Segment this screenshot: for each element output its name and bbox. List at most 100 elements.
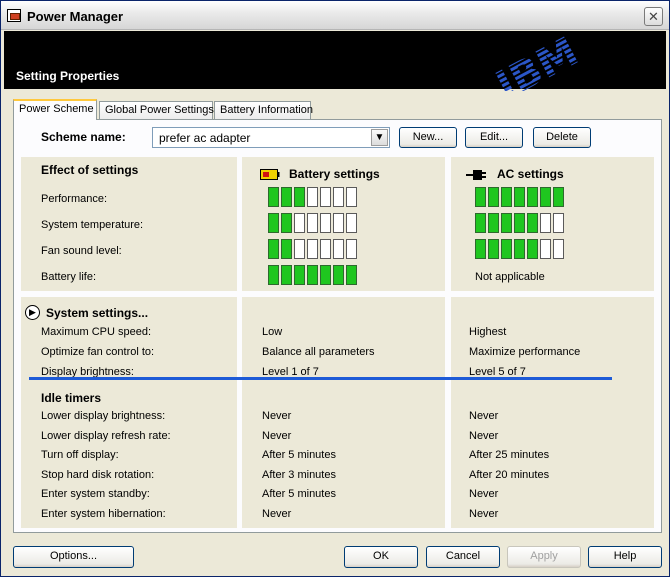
battery-performance-meter bbox=[268, 187, 357, 207]
chevron-down-icon[interactable]: ▼ bbox=[371, 129, 388, 146]
battery-level-segment bbox=[307, 265, 318, 285]
battery-level-segment bbox=[268, 265, 279, 285]
ac-level-segment bbox=[488, 239, 499, 259]
ac-level-segment bbox=[514, 187, 525, 207]
ok-button[interactable]: OK bbox=[344, 546, 418, 568]
ac-battery-life-text: Not applicable bbox=[475, 271, 545, 283]
battery-standby: After 5 minutes bbox=[262, 488, 336, 500]
ibm-logo-icon: IBM bbox=[482, 33, 602, 91]
ac-turn-off-display: After 25 minutes bbox=[469, 449, 550, 461]
battery-system-box: Low Balance all parameters Level 1 of 7 … bbox=[242, 297, 445, 528]
battery-level-segment bbox=[281, 239, 292, 259]
battery-level-segment bbox=[294, 187, 305, 207]
tab-power-scheme[interactable]: Power Scheme bbox=[13, 99, 97, 120]
ac-standby: Never bbox=[469, 488, 499, 500]
ac-level-segment bbox=[553, 213, 564, 233]
battery-level-segment bbox=[294, 239, 305, 259]
edit-scheme-button[interactable]: Edit... bbox=[465, 127, 523, 148]
idle-label-turn-off-display: Turn off display: bbox=[41, 449, 119, 461]
ac-level-segment bbox=[488, 187, 499, 207]
battery-settings-header: Battery settings bbox=[289, 167, 380, 181]
battery-level-segment bbox=[294, 265, 305, 285]
battery-temperature-meter bbox=[268, 213, 357, 233]
tab-global-power-settings[interactable]: Global Power Settings bbox=[99, 101, 214, 119]
highlight-underline bbox=[29, 377, 612, 380]
ac-level-segment bbox=[553, 239, 564, 259]
window-title: Power Manager bbox=[27, 9, 124, 24]
ac-level-segment bbox=[527, 187, 538, 207]
help-button[interactable]: Help bbox=[588, 546, 662, 568]
ac-level-segment bbox=[540, 187, 551, 207]
battery-level-segment bbox=[281, 265, 292, 285]
power-manager-window: Power Manager ✕ Setting Properties IBM P… bbox=[0, 0, 670, 577]
ac-level-segment bbox=[475, 239, 486, 259]
ac-level-segment bbox=[540, 213, 551, 233]
cancel-button[interactable]: Cancel bbox=[426, 546, 500, 568]
ac-level-segment bbox=[475, 213, 486, 233]
ac-fan-sound-meter bbox=[475, 239, 564, 259]
header-banner: Setting Properties IBM bbox=[4, 31, 666, 91]
battery-level-segment bbox=[307, 239, 318, 259]
battery-level-segment bbox=[346, 187, 357, 207]
idle-label-hard-disk: Stop hard disk rotation: bbox=[41, 469, 155, 481]
ac-level-segment bbox=[501, 187, 512, 207]
effect-label-temperature: System temperature: bbox=[41, 219, 144, 231]
scheme-name-select[interactable]: prefer ac adapter ▼ bbox=[152, 127, 390, 148]
battery-level-segment bbox=[268, 187, 279, 207]
banner-title: Setting Properties bbox=[16, 69, 120, 83]
battery-level-segment bbox=[320, 213, 331, 233]
ac-level-segment bbox=[514, 239, 525, 259]
idle-label-standby: Enter system standby: bbox=[41, 488, 150, 500]
ac-system-box: Highest Maximize performance Level 5 of … bbox=[451, 297, 654, 528]
battery-fan-control: Balance all parameters bbox=[262, 346, 375, 358]
title-bar[interactable]: Power Manager ✕ bbox=[1, 1, 669, 30]
ac-level-segment bbox=[475, 187, 486, 207]
power-manager-app-icon bbox=[7, 9, 21, 22]
system-label-fan-control: Optimize fan control to: bbox=[41, 346, 155, 358]
idle-label-hibernation: Enter system hibernation: bbox=[41, 508, 166, 520]
battery-level-segment bbox=[346, 213, 357, 233]
options-button[interactable]: Options... bbox=[13, 546, 134, 568]
ac-cpu-speed: Highest bbox=[469, 326, 507, 338]
ac-level-segment bbox=[514, 213, 525, 233]
system-settings-header[interactable]: System settings... bbox=[46, 306, 148, 320]
effect-label-performance: Performance: bbox=[41, 193, 108, 205]
battery-level-segment bbox=[268, 213, 279, 233]
ac-level-segment bbox=[501, 213, 512, 233]
system-label-cpu-speed: Maximum CPU speed: bbox=[41, 326, 152, 338]
delete-scheme-button[interactable]: Delete bbox=[533, 127, 591, 148]
battery-turn-off-display: After 5 minutes bbox=[262, 449, 336, 461]
ac-plug-icon bbox=[466, 170, 486, 180]
system-label-box: ▶ System settings... Maximum CPU speed: … bbox=[21, 297, 237, 528]
battery-level-segment bbox=[320, 265, 331, 285]
expand-icon[interactable]: ▶ bbox=[25, 305, 40, 320]
battery-level-segment bbox=[333, 213, 344, 233]
tab-battery-information[interactable]: Battery Information bbox=[214, 101, 313, 119]
battery-level-segment bbox=[294, 213, 305, 233]
battery-icon bbox=[260, 169, 280, 180]
idle-label-lower-brightness: Lower display brightness: bbox=[41, 410, 166, 422]
ac-performance-meter bbox=[475, 187, 564, 207]
apply-button[interactable]: Apply bbox=[507, 546, 581, 568]
effects-header: Effect of settings bbox=[41, 163, 139, 177]
ac-lower-brightness: Never bbox=[469, 410, 499, 422]
battery-level-segment bbox=[320, 187, 331, 207]
svg-text:IBM: IBM bbox=[489, 33, 586, 91]
battery-level-segment bbox=[333, 265, 344, 285]
battery-cpu-speed: Low bbox=[262, 326, 283, 338]
battery-lower-brightness: Never bbox=[262, 410, 292, 422]
ac-level-segment bbox=[527, 239, 538, 259]
ac-level-segment bbox=[553, 187, 564, 207]
battery-level-segment bbox=[346, 239, 357, 259]
ac-settings-header: AC settings bbox=[497, 167, 564, 181]
battery-hibernation: Never bbox=[262, 508, 292, 520]
battery-level-segment bbox=[268, 239, 279, 259]
power-scheme-panel: Scheme name: prefer ac adapter ▼ New... … bbox=[13, 119, 662, 533]
effect-label-battery-life: Battery life: bbox=[41, 271, 97, 283]
ac-level-segment bbox=[488, 213, 499, 233]
scheme-name-value: prefer ac adapter bbox=[159, 131, 251, 145]
new-scheme-button[interactable]: New... bbox=[399, 127, 457, 148]
ac-level-segment bbox=[540, 239, 551, 259]
ac-effects-box: AC settings Not applicable bbox=[451, 157, 654, 291]
close-button[interactable]: ✕ bbox=[644, 7, 663, 26]
